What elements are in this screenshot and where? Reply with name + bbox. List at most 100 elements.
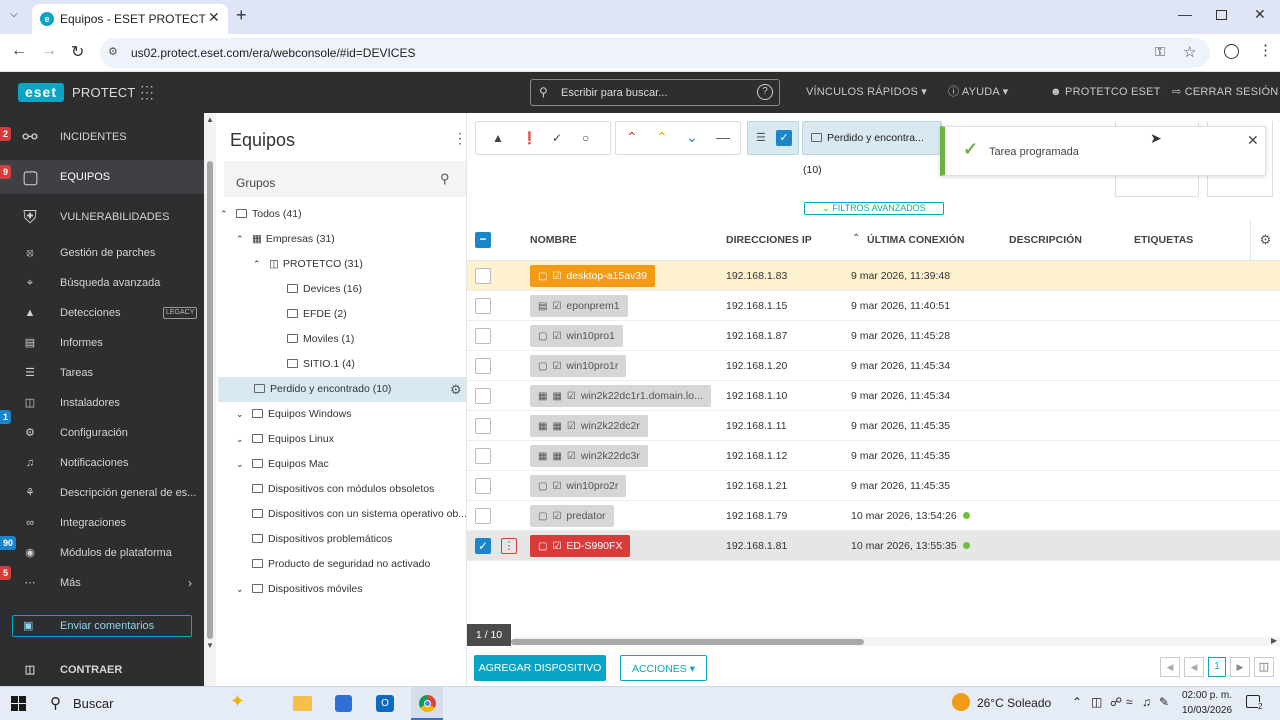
tab-list-chevron-icon[interactable]: ⌵ xyxy=(10,9,18,20)
store-icon[interactable] xyxy=(335,695,352,712)
table-row[interactable]: ▢ ☑ predator 192.168.1.79 10 mar 2026, 13:… xyxy=(467,501,1280,531)
scroll-thumb[interactable] xyxy=(511,639,864,645)
chrome-icon[interactable] xyxy=(411,687,443,720)
device-pill[interactable]: ▦ ▦ ☑ win2k22dc3r xyxy=(530,445,648,467)
back-icon[interactable]: ← xyxy=(11,42,27,60)
tree-item-perdido[interactable]: Perdido y encontrado (10) ⚙ xyxy=(218,377,466,402)
tree-item-so-obsoleto[interactable]: Dispositivos con un sistema operativo ob… xyxy=(252,502,467,527)
volume-icon[interactable]: ♫ xyxy=(1142,695,1151,709)
sort-asc-icon[interactable]: ⌃ xyxy=(852,233,860,244)
page-number[interactable]: 1 xyxy=(1208,657,1226,677)
device-pill[interactable]: ▦ ▦ ☑ win2k22dc2r xyxy=(530,415,648,437)
bookmark-star-icon[interactable]: ☆ xyxy=(1183,43,1196,61)
actions-button[interactable]: ACCIONES ▾ xyxy=(620,655,707,681)
tray-network-icon[interactable]: ☍ xyxy=(1110,695,1122,709)
sidebar-item-integraciones[interactable]: ∞ Integraciones xyxy=(0,508,204,538)
sidebar-scrollbar[interactable]: ▲ ▼ xyxy=(204,113,216,686)
close-window-icon[interactable]: ✕ xyxy=(1254,6,1266,23)
browser-tab[interactable]: e Equipos - ESET PROTECT ✕ xyxy=(32,4,228,34)
row-checkbox[interactable] xyxy=(475,388,491,404)
column-header-description[interactable]: DESCRIPCIÓN xyxy=(1009,234,1082,246)
sidebar-item-instaladores[interactable]: ◫ Instaladores xyxy=(0,388,204,418)
tray-device-icon[interactable]: ◫ xyxy=(1091,695,1102,709)
sidebar-item-mas[interactable]: 5 ⋯ Más › xyxy=(0,566,204,598)
sidebar-item-incidentes[interactable]: 2 ⚯ INCIDENTES xyxy=(0,121,204,153)
file-explorer-icon[interactable] xyxy=(293,696,312,711)
table-row[interactable]: ▢ ☑ win10pro1 192.168.1.87 9 mar 2026, 11:… xyxy=(467,321,1280,351)
device-pill[interactable]: ▢ ☑ desktop-a15av39 xyxy=(530,265,655,287)
url-field[interactable]: ⚙ us02.protect.eset.com/era/webconsole/#… xyxy=(100,38,1210,68)
tree-item-windows[interactable]: ⌄ Equipos Windows xyxy=(236,402,351,427)
tray-chevron-icon[interactable]: ⌃ xyxy=(1072,695,1082,709)
row-checkbox[interactable] xyxy=(475,478,491,494)
device-pill[interactable]: ▢ ☑ predator xyxy=(530,505,614,527)
table-row[interactable]: ▦ ▦ ☑ win2k22dc3r 192.168.1.12 9 mar 2026, … xyxy=(467,441,1280,471)
device-pill[interactable]: ▢ ☑ win10pro2r xyxy=(530,475,627,497)
password-key-icon[interactable]: ⚿ xyxy=(1155,44,1165,60)
sidebar-item-busqueda[interactable]: ⌖ Búsqueda avanzada xyxy=(0,268,204,298)
tree-item-moviles[interactable]: Moviles (1) xyxy=(287,327,354,352)
scroll-up-arrow[interactable]: ▲ xyxy=(206,115,214,124)
sidebar-item-parches[interactable]: ⦻ Gestión de parches xyxy=(0,238,204,268)
outlook-icon[interactable]: O xyxy=(376,695,394,712)
sidebar-item-notificaciones[interactable]: ♫ Notificaciones xyxy=(0,448,204,478)
priority-medium-icon[interactable]: ⌃ xyxy=(656,129,668,146)
column-settings-gear-icon[interactable]: ⚙ xyxy=(1250,219,1280,261)
weather-icon[interactable] xyxy=(952,693,970,711)
scroll-thumb[interactable] xyxy=(207,161,213,639)
feedback-button[interactable]: ▣ Enviar comentarios xyxy=(12,615,192,637)
column-header-ip[interactable]: DIRECCIONES IP xyxy=(726,234,812,246)
scroll-down-arrow[interactable]: ▼ xyxy=(206,641,214,650)
clock-date[interactable]: 10/03/2026 xyxy=(1182,705,1232,716)
add-device-button[interactable]: AGREGAR DISPOSITIVO xyxy=(474,655,606,681)
tree-item-linux[interactable]: ⌄ Equipos Linux xyxy=(236,427,334,452)
minimize-icon[interactable]: — xyxy=(1178,6,1192,22)
tab-close-icon[interactable]: ✕ xyxy=(208,9,220,26)
table-row[interactable]: ✓ ⋮ ▢ ☑ ED-S990FX 192.168.1.81 10 mar 2026… xyxy=(467,531,1280,561)
row-menu-icon[interactable]: ⋮ xyxy=(501,538,517,554)
help-menu[interactable]: ⓘ AYUDA ▾ xyxy=(948,72,1008,113)
group-settings-gear-icon[interactable]: ⚙ xyxy=(450,377,462,402)
sidebar-item-equipos[interactable]: 9 ▢ EQUIPOS xyxy=(0,160,204,194)
sidebar-item-tareas[interactable]: ☰ Tareas xyxy=(0,358,204,388)
tree-item-devices[interactable]: Devices (16) xyxy=(287,277,362,302)
table-row[interactable]: ▦ ▦ ☑ win2k22dc1r1.domain.lo... 192.168.1.1… xyxy=(467,381,1280,411)
row-checkbox[interactable] xyxy=(475,268,491,284)
row-checkbox[interactable] xyxy=(475,418,491,434)
taskbar-search[interactable]: Buscar xyxy=(73,696,113,711)
groups-menu-icon[interactable]: ⋮ xyxy=(453,130,467,147)
search-icon[interactable]: ⚲ xyxy=(50,694,61,712)
tree-item-moviles-disp[interactable]: ⌄ Dispositivos móviles xyxy=(236,577,363,602)
sidebar-item-vulnerabilidades[interactable]: ⛨ VULNERABILIDADES xyxy=(0,201,204,233)
table-row[interactable]: ▢ ☑ desktop-a15av39 192.168.1.83 9 mar 202… xyxy=(467,261,1280,291)
horizontal-scrollbar[interactable]: ▶ xyxy=(511,636,1280,646)
table-row[interactable]: ▢ ☑ win10pro1r 192.168.1.20 9 mar 2026, 11… xyxy=(467,351,1280,381)
priority-high-icon[interactable]: ⌃ xyxy=(626,129,638,146)
app-grid-icon[interactable]: ⋯ ⋯ ⋯ xyxy=(140,79,154,105)
layers-icon[interactable]: ◫ xyxy=(1254,657,1274,677)
tree-item-obsoletos[interactable]: Dispositivos con módulos obsoletos xyxy=(252,477,434,502)
tree-item-todos[interactable]: ⌃ Todos (41) xyxy=(220,202,302,227)
prev-page-button[interactable]: ◀ xyxy=(1184,657,1204,677)
forward-icon[interactable]: → xyxy=(41,42,57,60)
row-checkbox[interactable] xyxy=(475,328,491,344)
tree-item-empresas[interactable]: ⌃ ▦ Empresas (31) xyxy=(236,227,335,252)
sidebar-item-descripcion[interactable]: ⚘ Descripción general de es... xyxy=(0,478,204,508)
advanced-filters-button[interactable]: ⌄ FILTROS AVANZADOS xyxy=(804,202,944,215)
first-page-button[interactable]: ◀ xyxy=(1160,657,1180,677)
tree-item-mac[interactable]: ⌄ Equipos Mac xyxy=(236,452,329,477)
table-row[interactable]: ▤ ☑ eponprem1 192.168.1.15 9 mar 2026, 11:… xyxy=(467,291,1280,321)
device-pill[interactable]: ▢ ☑ ED-S990FX xyxy=(530,535,631,557)
filter-alert-icon[interactable]: ❗ xyxy=(522,131,537,145)
clock-time[interactable]: 02:00 p. m. xyxy=(1182,690,1232,701)
search-box[interactable]: ⚲ Escribir para buscar... ? xyxy=(530,79,780,106)
select-all-checkbox[interactable]: − xyxy=(475,232,491,248)
tree-item-no-activado[interactable]: Producto de seguridad no activado xyxy=(252,552,430,577)
sidebar-item-informes[interactable]: ▤ Informes xyxy=(0,328,204,358)
scroll-right-arrow[interactable]: ▶ xyxy=(1271,636,1277,645)
groups-search[interactable]: Grupos ⚲ xyxy=(224,161,466,197)
filter-none-icon[interactable]: ○ xyxy=(582,131,589,145)
row-checkbox-checked[interactable]: ✓ xyxy=(475,538,491,554)
row-checkbox[interactable] xyxy=(475,298,491,314)
new-tab-icon[interactable]: + xyxy=(236,5,247,26)
